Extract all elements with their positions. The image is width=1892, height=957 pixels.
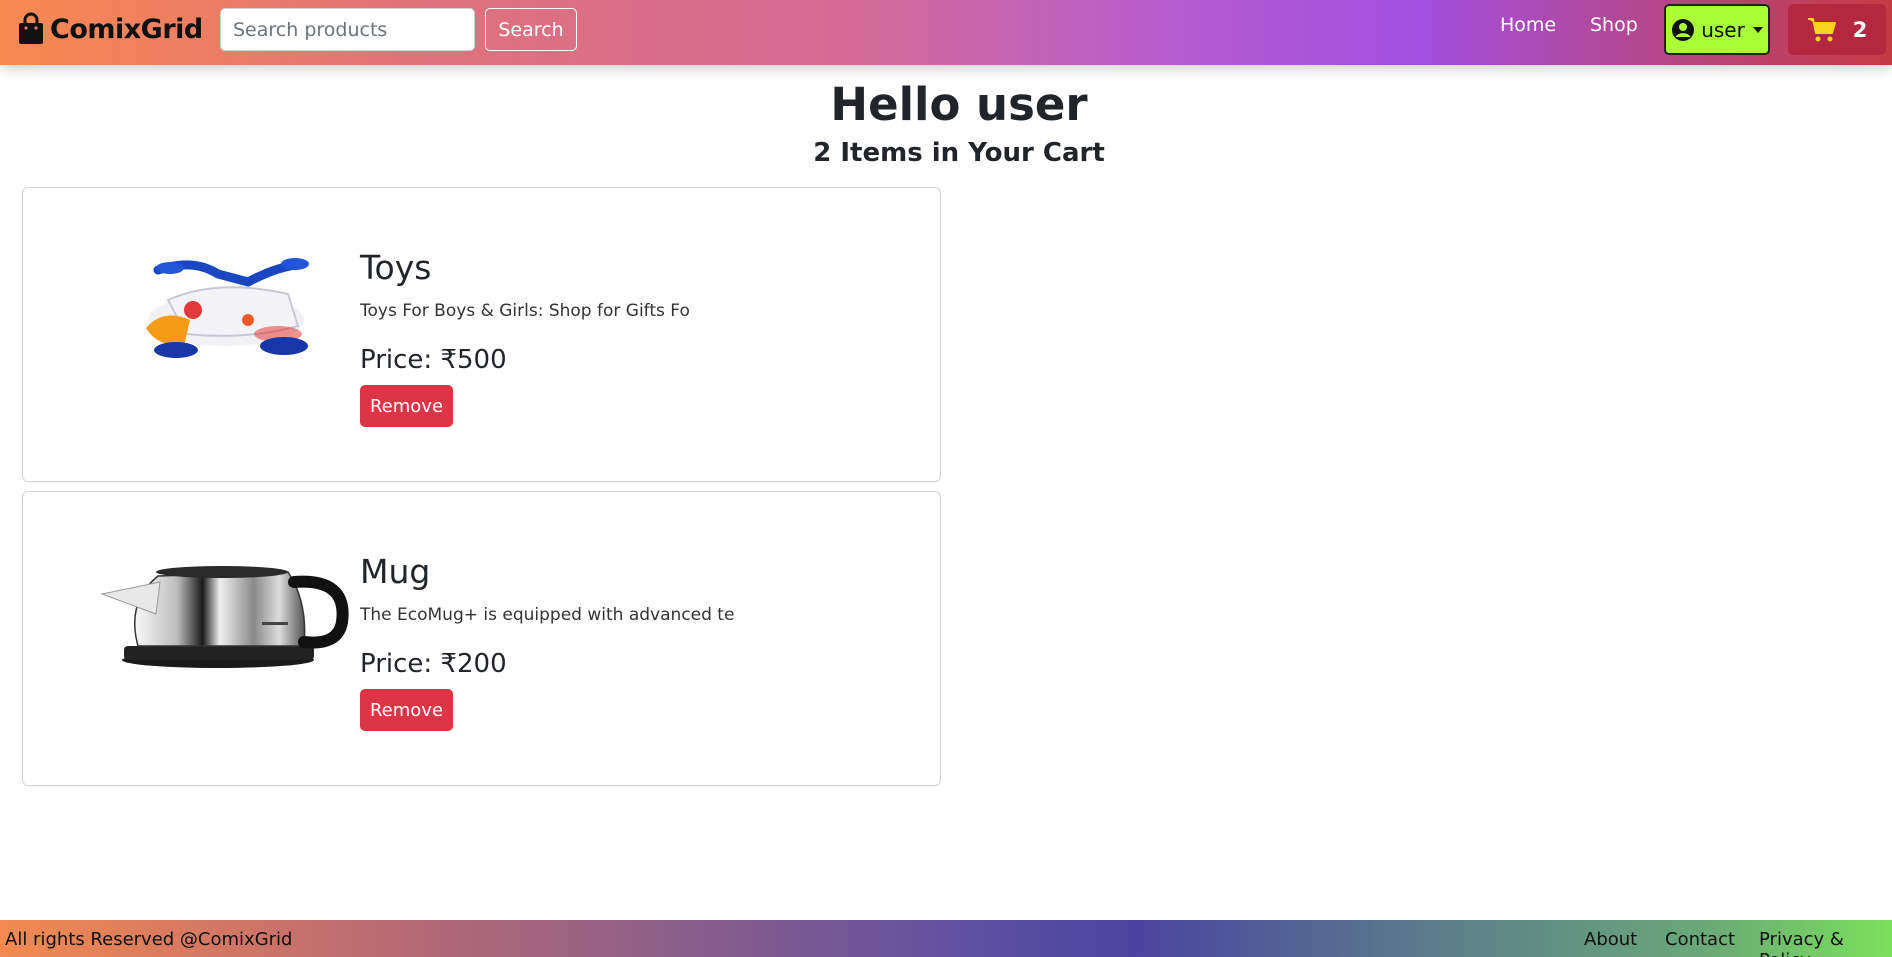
item-price: Price: ₹500 (360, 345, 507, 375)
item-name: Mug (360, 552, 431, 591)
footer-link-contact[interactable]: Contact (1665, 929, 1735, 950)
cart-item-card: Toys Toys For Boys & Girls: Shop for Gif… (22, 187, 941, 482)
remove-button[interactable]: Remove (360, 385, 453, 427)
item-name: Toys (360, 248, 432, 287)
user-circle-icon (1672, 18, 1695, 41)
brand-logo[interactable]: ComixGrid (16, 12, 203, 46)
item-description: The EcoMug+ is equipped with advanced te (360, 605, 735, 625)
chevron-down-icon (1752, 26, 1763, 33)
item-price: Price: ₹200 (360, 649, 507, 679)
navbar: ComixGrid Search products Search Home Sh… (0, 0, 1892, 65)
user-label: user (1701, 17, 1745, 42)
shopping-bag-icon (19, 12, 43, 44)
user-dropdown-button[interactable]: user (1664, 4, 1770, 55)
footer: All rights Reserved @ComixGrid About Con… (0, 920, 1892, 957)
nav-link-shop[interactable]: Shop (1590, 14, 1638, 36)
cart-icon (1807, 17, 1836, 41)
remove-button[interactable]: Remove (360, 689, 453, 731)
cart-count-heading: 2 Items in Your Cart (813, 138, 1105, 168)
cart-item-card: Mug The EcoMug+ is equipped with advance… (22, 491, 941, 786)
page-title: Hello user (830, 78, 1088, 131)
search-input[interactable]: Search products (220, 8, 475, 51)
electric-kettle-image (100, 566, 349, 668)
footer-copyright: All rights Reserved @ComixGrid (5, 929, 293, 950)
nav-link-home[interactable]: Home (1500, 14, 1556, 36)
footer-link-about[interactable]: About (1584, 929, 1637, 950)
search-placeholder: Search products (233, 18, 388, 41)
footer-link-privacy-policy[interactable]: Privacy & Policy (1759, 929, 1892, 957)
cart-button[interactable]: 2 (1788, 4, 1886, 55)
search-button[interactable]: Search (485, 8, 577, 51)
item-description: Toys For Boys & Girls: Shop for Gifts Fo (360, 301, 690, 321)
cart-count: 2 (1852, 17, 1868, 42)
toy-scooter-image (146, 258, 309, 358)
brand-name: ComixGrid (50, 13, 203, 45)
